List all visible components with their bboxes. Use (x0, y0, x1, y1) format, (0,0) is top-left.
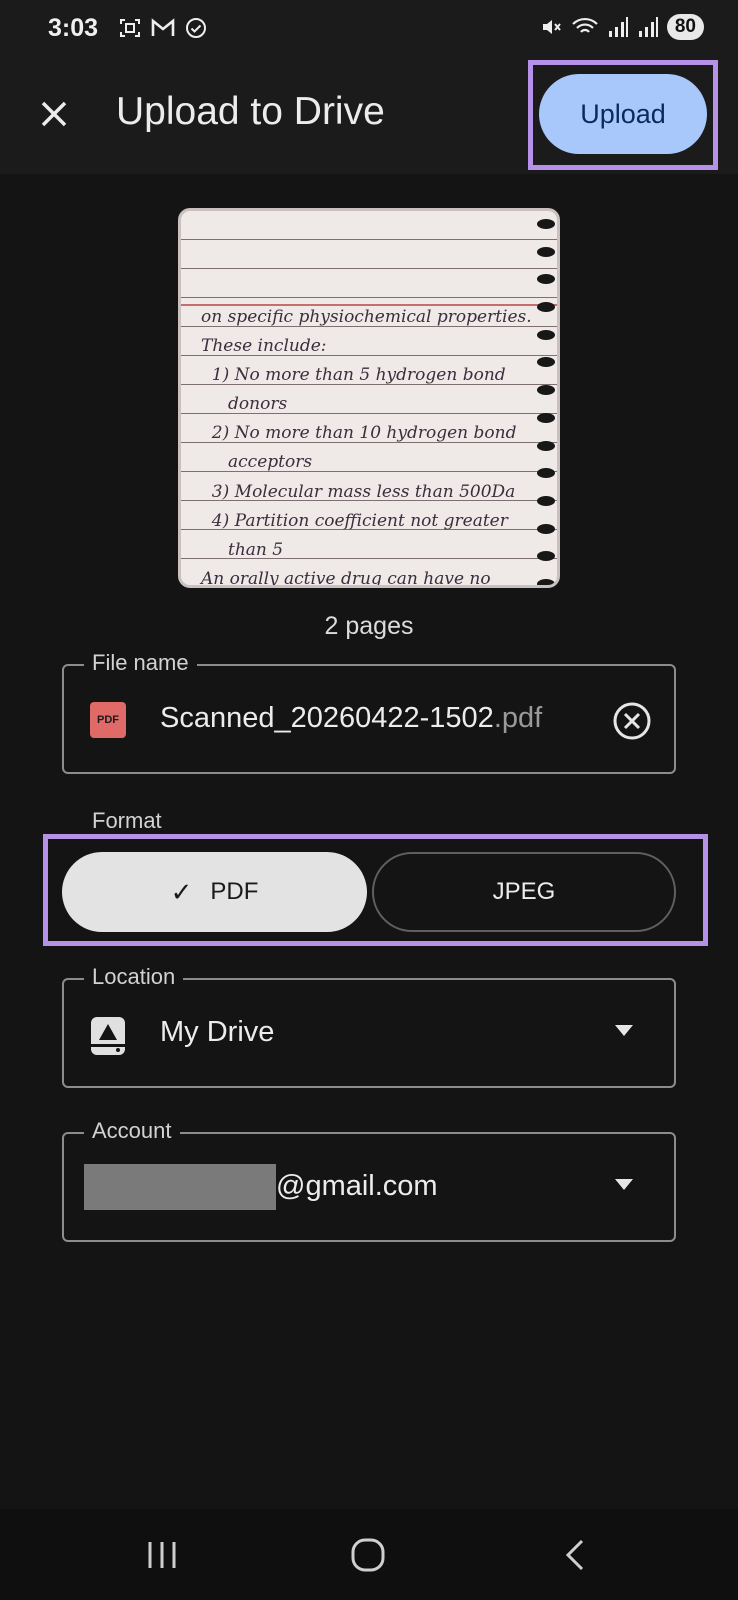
handwritten-line: 2) No more than 10 hydrogen bond (201, 423, 517, 444)
file-name-label: File name (84, 650, 197, 676)
handwritten-line: 3) Molecular mass less than 500Da (201, 481, 516, 502)
format-option-pdf[interactable]: ✓ PDF (62, 852, 367, 932)
handwritten-line: acceptors (201, 452, 313, 473)
status-left-icons (118, 16, 208, 40)
format-option-label: JPEG (492, 878, 556, 905)
page-count: 2 pages (324, 612, 414, 640)
dropdown-icon (615, 1025, 633, 1036)
document-preview[interactable]: on specific physiochemical properties. Th… (178, 208, 560, 588)
close-button[interactable] (28, 88, 80, 140)
drive-icon (91, 1017, 125, 1055)
pdf-icon: PDF (90, 702, 126, 738)
check-circle-icon (186, 18, 206, 38)
format-label: Format (92, 808, 162, 833)
navigation-bar (0, 1509, 738, 1600)
check-icon: ✓ (170, 876, 193, 907)
upload-highlight-box (528, 60, 718, 170)
handwritten-line: An orally active drug can have no (201, 568, 491, 588)
file-extension: .pdf (493, 702, 543, 734)
handwritten-line: donors (201, 394, 288, 415)
account-field[interactable]: Account @gmail.com (62, 1118, 676, 1242)
mute-icon (542, 20, 561, 34)
handwritten-line: These include: (201, 336, 327, 357)
file-name-base: Scanned_20260422-1502 (160, 702, 494, 734)
gmail-icon (151, 18, 175, 36)
close-icon (41, 101, 67, 127)
signal-icon (638, 17, 658, 37)
clear-file-name-button[interactable] (610, 699, 654, 743)
redacted-email-prefix (84, 1164, 276, 1210)
screenshot-icon (120, 19, 140, 37)
file-name-field[interactable]: File name PDF Scanned_20260422-1502.pdf (62, 650, 676, 774)
handwritten-line: on specific physiochemical properties. (201, 307, 532, 327)
status-time: 3:03 (48, 14, 99, 42)
battery-level: 80 (666, 14, 704, 40)
handwritten-notes: on specific physiochemical properties. Th… (201, 303, 532, 588)
format-option-label: PDF (210, 878, 259, 905)
location-field[interactable]: Location My Drive (62, 964, 676, 1088)
spiral-holes (531, 219, 557, 585)
dropdown-icon (615, 1179, 633, 1190)
handwritten-line: than 5 (201, 539, 284, 560)
wifi-icon (572, 17, 598, 33)
home-icon[interactable] (348, 1535, 388, 1575)
signal-icon (608, 17, 628, 37)
back-icon[interactable] (556, 1535, 596, 1575)
format-option-jpeg[interactable]: JPEG (372, 852, 676, 932)
status-bar: 3:03 80 (0, 0, 738, 58)
upload-form: on specific physiochemical properties. Th… (0, 174, 738, 1509)
account-value: @gmail.com (276, 1170, 438, 1202)
location-value: My Drive (160, 1016, 275, 1048)
handwritten-line: 4) Partition coefficient not greater (201, 510, 508, 531)
recent-apps-icon[interactable] (142, 1535, 182, 1575)
page-title: Upload to Drive (116, 90, 385, 133)
status-right-icons: 80 (539, 14, 704, 40)
account-label: Account (84, 1118, 180, 1144)
location-label: Location (84, 964, 184, 990)
clear-icon (613, 702, 651, 740)
file-name-input[interactable]: Scanned_20260422-1502.pdf (160, 702, 542, 735)
handwritten-line: 1) No more than 5 hydrogen bond (201, 365, 506, 386)
